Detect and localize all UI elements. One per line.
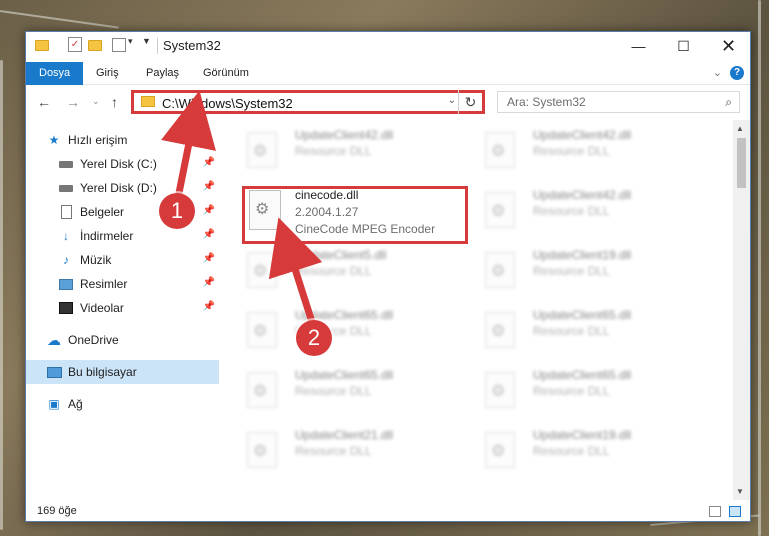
annotation-arrows <box>161 90 323 324</box>
arrow-to-address-bar <box>161 90 216 199</box>
arrow-to-file <box>268 217 323 324</box>
step-badge-1: 1 <box>159 193 195 229</box>
step-badge-2: 2 <box>296 320 332 356</box>
